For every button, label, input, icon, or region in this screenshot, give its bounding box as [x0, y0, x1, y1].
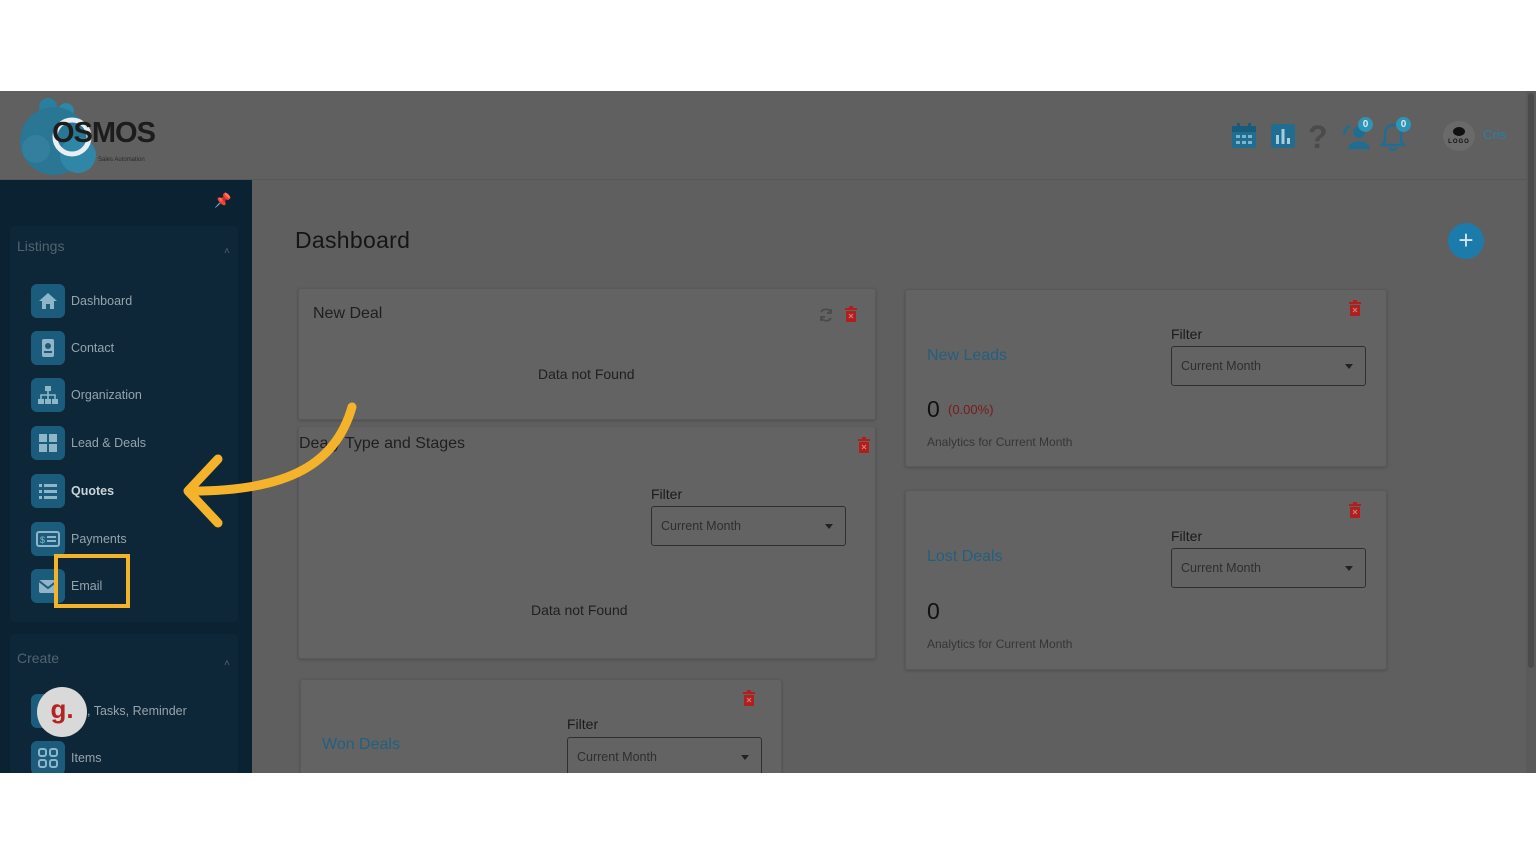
- scrollbar-thumb[interactable]: [1528, 93, 1534, 668]
- sidebar-item-label: als, Tasks, Reminder: [71, 704, 187, 718]
- report-icon[interactable]: [1268, 121, 1298, 151]
- home-icon: [31, 284, 65, 318]
- filter-label: Filter: [651, 486, 683, 502]
- sidebar-item-label: Quotes: [71, 484, 115, 498]
- delete-icon[interactable]: [1348, 502, 1362, 518]
- quotes-highlight-box: [54, 554, 130, 608]
- list-icon: [31, 474, 65, 508]
- deals-by-type-title: Dea y Type and Stages: [299, 435, 466, 452]
- won-deals-label[interactable]: Won Deals: [322, 736, 400, 754]
- sidebar-item-label: Payments: [71, 532, 127, 546]
- new-deal-title: New Deal: [313, 305, 383, 322]
- new-leads-percentage: (0.00%): [948, 402, 994, 417]
- bell-badge: 0: [1396, 117, 1411, 132]
- filter-label: Filter: [1171, 326, 1203, 342]
- sidebar-item-dashboard[interactable]: Dashboard: [31, 284, 231, 318]
- contact-card-icon: [31, 331, 65, 365]
- sidebar-item-contact[interactable]: Contact: [31, 331, 231, 365]
- user-notification-badge: 0: [1358, 117, 1373, 132]
- filter-select-value: Current Month: [577, 750, 657, 764]
- logo-wordmark: OSMOS: [52, 117, 156, 149]
- g-avatar[interactable]: g.: [37, 687, 87, 737]
- svg-text:Sales Automation: Sales Automation: [98, 157, 145, 163]
- sidebar-item-label: Organization: [71, 388, 142, 402]
- delete-icon[interactable]: [1348, 300, 1362, 316]
- sidebar-item-label: Dashboard: [71, 294, 133, 308]
- avatar-logo-text: LOGO: [1448, 139, 1470, 145]
- pin-icon[interactable]: 📌: [214, 192, 231, 208]
- sidebar-item-payments[interactable]: $ Payments: [31, 522, 231, 556]
- page-scrollbar[interactable]: [1526, 91, 1536, 773]
- new-deal-card: New Deal Data not Found: [298, 288, 876, 420]
- lost-deals-card: Lost Deals Filter Current Month 0 Analyt…: [905, 490, 1387, 670]
- add-widget-button[interactable]: +: [1448, 223, 1484, 259]
- avatar-mark: [1453, 127, 1465, 136]
- user-avatar[interactable]: LOGO: [1443, 121, 1475, 151]
- new-leads-value: 0: [927, 396, 940, 422]
- lost-deals-value: 0: [927, 598, 940, 624]
- sidebar-item-label: Items: [71, 751, 102, 765]
- new-leads-card: New Leads Filter Current Month 0 (0.00%)…: [905, 289, 1387, 467]
- delete-icon[interactable]: [742, 690, 756, 706]
- sidebar-item-label: Lead & Deals: [71, 436, 147, 450]
- filter-select[interactable]: Current Month: [1171, 548, 1366, 588]
- caret-down-icon: [1345, 364, 1353, 369]
- caret-down-icon: [741, 755, 749, 760]
- sidebar-item-label: Contact: [71, 341, 115, 355]
- sidebar: 📌 Listings ˄ Dashboard Contact Organizat…: [0, 180, 252, 773]
- chevron-up-icon[interactable]: ˄: [224, 658, 230, 669]
- filter-select[interactable]: Current Month: [651, 506, 846, 546]
- delete-icon[interactable]: [857, 437, 871, 453]
- caret-down-icon: [825, 524, 833, 529]
- sidebar-item-organization[interactable]: Organization: [31, 378, 231, 412]
- filter-select[interactable]: Current Month: [1171, 346, 1366, 386]
- delete-icon[interactable]: [844, 306, 858, 322]
- svg-text:$: $: [40, 535, 45, 545]
- filter-select-value: Current Month: [1181, 359, 1261, 373]
- filter-select-value: Current Month: [1181, 561, 1261, 575]
- items-grid-icon: [31, 741, 65, 773]
- sidebar-item-quotes[interactable]: Quotes: [31, 474, 231, 508]
- filter-label: Filter: [1171, 528, 1203, 544]
- won-deals-card: Won Deals Filter Current Month: [300, 679, 782, 773]
- caret-down-icon: [1345, 566, 1353, 571]
- empty-state-message: Data not Found: [538, 366, 635, 382]
- empty-state-message: Data not Found: [531, 602, 628, 618]
- deals-by-type-card: Dea y Type and Stages Filter Current Mon…: [298, 427, 876, 659]
- filter-select-value: Current Month: [661, 519, 741, 533]
- listings-section-title[interactable]: Listings: [17, 238, 64, 254]
- filter-select[interactable]: Current Month: [567, 737, 762, 773]
- sidebar-item-lead-deals[interactable]: Lead & Deals: [31, 426, 231, 460]
- payment-icon: $: [31, 522, 65, 556]
- lost-deals-label[interactable]: Lost Deals: [927, 548, 1003, 566]
- create-section-title[interactable]: Create: [17, 650, 59, 666]
- help-icon[interactable]: ?: [1302, 121, 1332, 151]
- app-screen: Sales Automation OSMOS ? 0 0 LOGO Cris 📌…: [0, 91, 1536, 773]
- analytics-note: Analytics for Current Month: [927, 637, 1073, 651]
- svg-text:?: ?: [1308, 121, 1328, 151]
- top-header: Sales Automation OSMOS ? 0 0 LOGO Cris: [0, 91, 1526, 180]
- new-leads-label[interactable]: New Leads: [927, 347, 1007, 365]
- page-title: Dashboard: [295, 227, 411, 253]
- analytics-note: Analytics for Current Month: [927, 435, 1073, 449]
- filter-label: Filter: [567, 716, 599, 732]
- grid-icon: [31, 426, 65, 460]
- sidebar-item-items[interactable]: Items: [31, 741, 231, 773]
- org-chart-icon: [31, 378, 65, 412]
- calendar-icon[interactable]: [1229, 121, 1259, 151]
- refresh-icon[interactable]: [818, 307, 834, 323]
- user-name[interactable]: Cris: [1483, 127, 1506, 142]
- chevron-up-icon[interactable]: ˄: [224, 246, 230, 257]
